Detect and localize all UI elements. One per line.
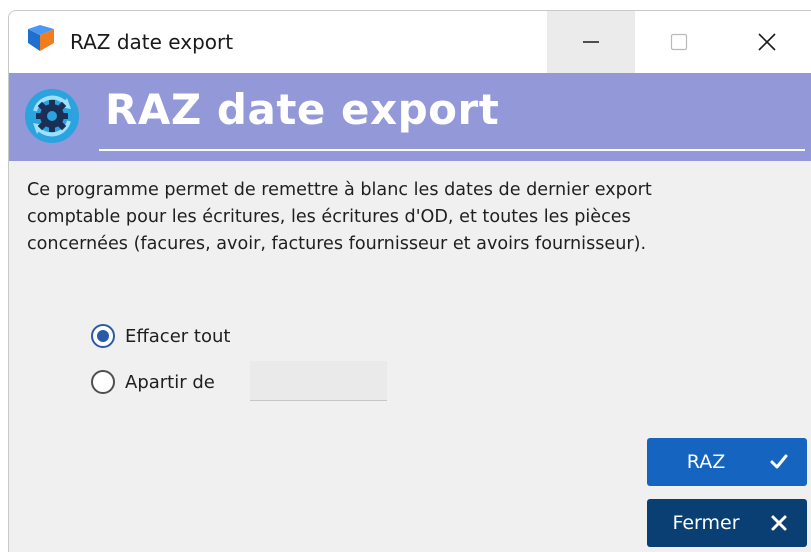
minimize-icon: [583, 41, 599, 43]
fermer-button-label: Fermer: [672, 512, 740, 534]
header-title: RAZ date export: [105, 85, 500, 134]
window-title: RAZ date export: [70, 30, 234, 54]
radio-label-effacer-tout: Effacer tout: [125, 325, 231, 347]
maximize-button[interactable]: [635, 11, 723, 73]
x-icon: [771, 515, 787, 531]
radio-apartir-de[interactable]: Apartir de: [91, 367, 215, 397]
maximize-icon: [670, 33, 688, 51]
header-underline: [99, 149, 805, 151]
radio-effacer-tout[interactable]: Effacer tout: [91, 321, 230, 351]
radio-button-unselected[interactable]: [91, 370, 115, 394]
dialog-window: RAZ date export RAZ date export Ce progr…: [8, 10, 811, 552]
minimize-button[interactable]: [547, 11, 635, 73]
radio-label-apartir-de: Apartir de: [125, 371, 215, 393]
description-line: Ce programme permet de remettre à blanc …: [27, 180, 652, 200]
checkmark-icon: [770, 454, 788, 469]
description-line: comptable pour les écritures, les écritu…: [27, 207, 631, 227]
raz-button[interactable]: RAZ: [647, 438, 807, 486]
description-line: concernées (facures, avoir, factures fou…: [27, 234, 647, 254]
fermer-button[interactable]: Fermer: [647, 499, 807, 547]
header-band: RAZ date export: [9, 73, 811, 161]
radio-button-selected[interactable]: [91, 324, 115, 348]
app-logo-icon: [28, 25, 54, 51]
title-bar: RAZ date export: [9, 11, 811, 73]
date-input[interactable]: [250, 361, 387, 401]
close-icon: [758, 33, 776, 51]
description-text: Ce programme permet de remettre à blanc …: [27, 177, 802, 258]
raz-button-label: RAZ: [686, 451, 726, 473]
refresh-gear-icon: [25, 89, 79, 143]
close-window-button[interactable]: [723, 11, 811, 73]
